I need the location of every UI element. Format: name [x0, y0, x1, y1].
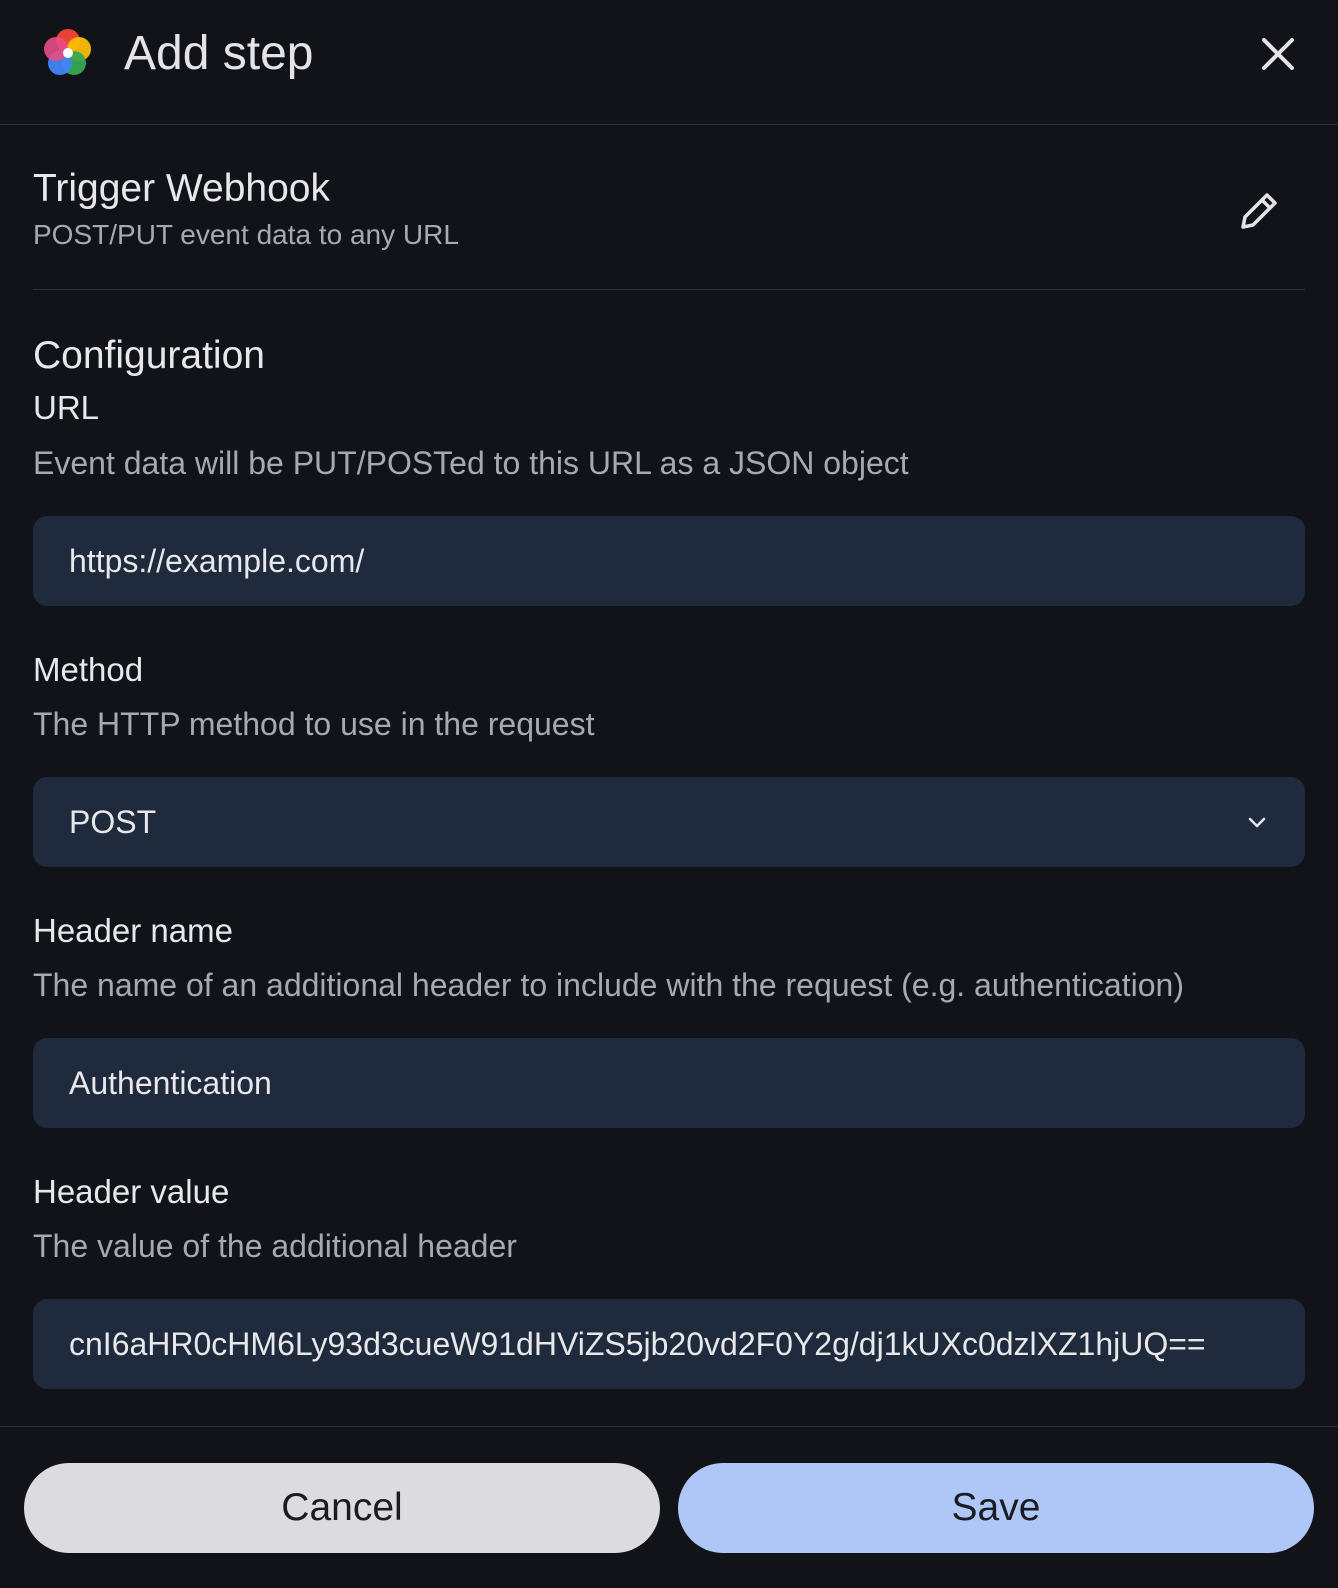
pinwheel-logo-icon: [40, 25, 96, 81]
configuration-title: Configuration: [33, 334, 265, 377]
dialog-title: Add step: [124, 27, 314, 80]
edit-step-button[interactable]: [1232, 184, 1286, 238]
cancel-button[interactable]: Cancel: [24, 1463, 660, 1553]
header-value-help-text: The value of the additional header: [33, 1228, 517, 1264]
method-help-text: The HTTP method to use in the request: [33, 706, 595, 742]
header-name-input[interactable]: [33, 1038, 1305, 1128]
close-button[interactable]: [1254, 30, 1302, 78]
chevron-down-icon: [1248, 817, 1266, 828]
section-divider: [33, 289, 1305, 290]
method-select[interactable]: POST: [33, 777, 1305, 867]
dialog-header: Add step: [0, 0, 1338, 125]
save-button[interactable]: Save: [678, 1463, 1314, 1553]
method-selected-value: POST: [69, 804, 157, 840]
header-value-label: Header value: [33, 1173, 230, 1210]
header-name-field-container: [33, 1038, 1305, 1128]
header-value-input[interactable]: [33, 1299, 1305, 1389]
url-label: URL: [33, 389, 100, 426]
pencil-icon: [1241, 193, 1277, 229]
url-input[interactable]: [33, 516, 1305, 606]
url-field-container: [33, 516, 1305, 606]
step-title: Trigger Webhook: [33, 167, 330, 210]
close-icon: [1262, 38, 1294, 70]
header-value-field-container: [33, 1299, 1305, 1389]
dialog-footer: Cancel Save: [0, 1426, 1338, 1588]
add-step-dialog: Add step Trigger Webhook POST/PUT event …: [0, 0, 1338, 1588]
header-name-help-text: The name of an additional header to incl…: [33, 967, 1184, 1003]
step-subtitle: POST/PUT event data to any URL: [33, 219, 459, 250]
method-label: Method: [33, 651, 144, 688]
header-name-label: Header name: [33, 912, 233, 949]
url-help-text: Event data will be PUT/POSTed to this UR…: [33, 445, 909, 481]
